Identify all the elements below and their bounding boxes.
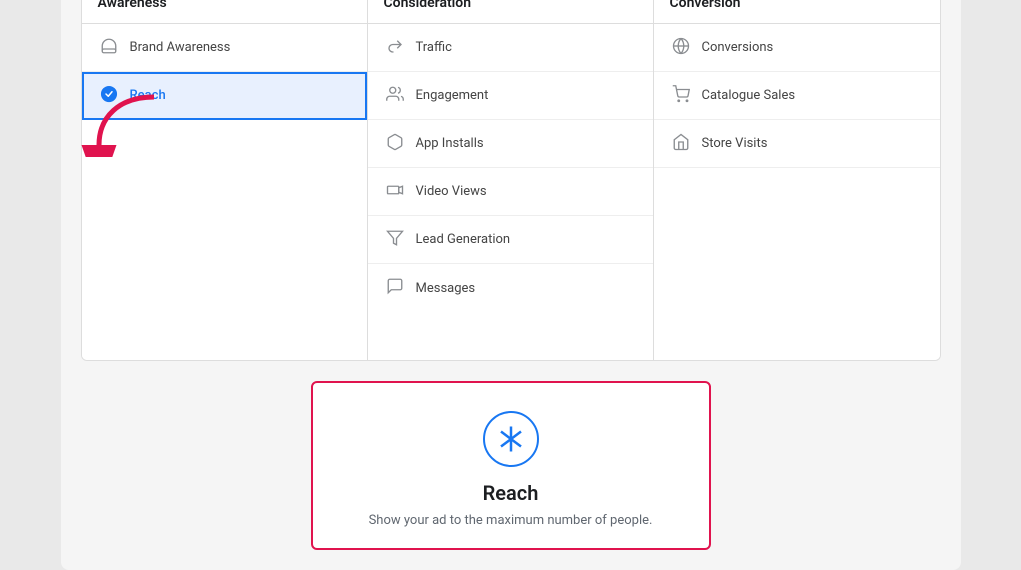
engagement-label: Engagement — [416, 88, 489, 103]
app-installs-icon — [384, 133, 406, 155]
traffic-item[interactable]: Traffic — [368, 24, 653, 72]
awareness-column: Brand Awareness Reach — [82, 24, 368, 360]
conversions-icon — [670, 37, 692, 59]
info-title: Reach — [483, 481, 539, 505]
app-installs-label: App Installs — [416, 136, 484, 151]
engagement-item[interactable]: Engagement — [368, 72, 653, 120]
traffic-label: Traffic — [416, 40, 452, 55]
store-visits-label: Store Visits — [702, 136, 768, 151]
consideration-column: Traffic Engagement — [368, 24, 654, 360]
info-description: Show your ad to the maximum number of pe… — [369, 513, 653, 528]
app-installs-item[interactable]: App Installs — [368, 120, 653, 168]
video-views-icon — [384, 181, 406, 203]
lead-generation-label: Lead Generation — [416, 232, 511, 247]
store-visits-item[interactable]: Store Visits — [654, 120, 940, 168]
asterisk-icon — [496, 424, 526, 454]
conversion-column: Conversions Catalogue Sales — [654, 24, 940, 360]
brand-awareness-icon — [98, 37, 120, 59]
conversions-item[interactable]: Conversions — [654, 24, 940, 72]
brand-awareness-item[interactable]: Brand Awareness — [82, 24, 367, 72]
conversions-label: Conversions — [702, 40, 774, 55]
video-views-item[interactable]: Video Views — [368, 168, 653, 216]
info-box: Reach Show your ad to the maximum number… — [311, 381, 711, 550]
reach-info-icon-container — [483, 411, 539, 467]
messages-item[interactable]: Messages — [368, 264, 653, 312]
arrow-pointer — [79, 87, 159, 157]
engagement-icon — [384, 85, 406, 107]
header-consideration: Consideration — [368, 0, 654, 23]
conversion-empty — [654, 168, 940, 360]
messages-icon — [384, 277, 406, 299]
header-awareness: Awareness — [82, 0, 368, 23]
column-headers: Awareness Consideration Conversion — [82, 0, 940, 24]
lead-generation-icon — [384, 229, 406, 251]
catalogue-sales-item[interactable]: Catalogue Sales — [654, 72, 940, 120]
objective-grid: Awareness Consideration Conversion Brand… — [81, 0, 941, 361]
lead-generation-item[interactable]: Lead Generation — [368, 216, 653, 264]
traffic-icon — [384, 37, 406, 59]
header-conversion: Conversion — [654, 0, 940, 23]
columns-area: Brand Awareness Reach — [82, 24, 940, 360]
messages-label: Messages — [416, 281, 476, 296]
video-views-label: Video Views — [416, 184, 487, 199]
store-visits-icon — [670, 133, 692, 155]
catalogue-sales-label: Catalogue Sales — [702, 88, 796, 103]
brand-awareness-label: Brand Awareness — [130, 40, 231, 55]
catalogue-sales-icon — [670, 85, 692, 107]
